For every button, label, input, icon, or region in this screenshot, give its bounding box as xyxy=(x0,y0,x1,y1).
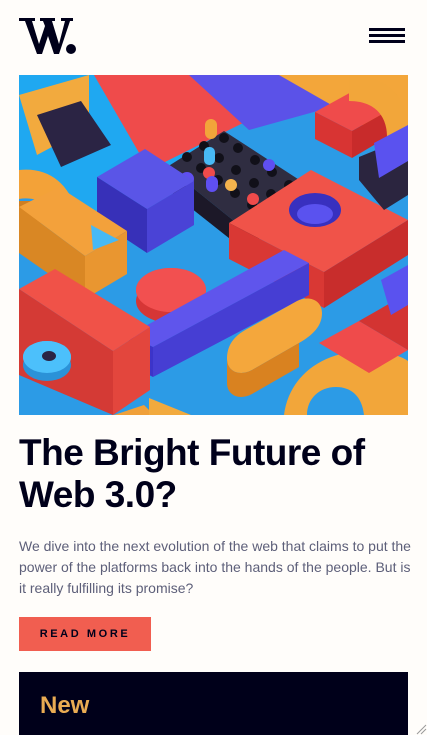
new-section-panel: New xyxy=(19,672,408,735)
hamburger-menu-icon[interactable] xyxy=(369,28,405,46)
abstract-3d-blocks-image xyxy=(19,75,408,415)
new-section-heading: New xyxy=(40,692,90,719)
w-logo-icon[interactable] xyxy=(19,18,77,54)
hero-image xyxy=(19,75,408,415)
site-header xyxy=(19,18,407,58)
read-more-button[interactable]: READ MORE xyxy=(19,617,151,651)
menu-bar xyxy=(369,28,405,31)
news-homepage: The Bright Future of Web 3.0? We dive in… xyxy=(0,0,427,735)
article-intro: We dive into the next evolution of the w… xyxy=(19,538,411,596)
menu-bar xyxy=(369,40,405,43)
menu-bar xyxy=(369,34,405,37)
article-title: The Bright Future of Web 3.0? xyxy=(19,432,365,515)
resize-grip-icon[interactable] xyxy=(413,721,427,735)
